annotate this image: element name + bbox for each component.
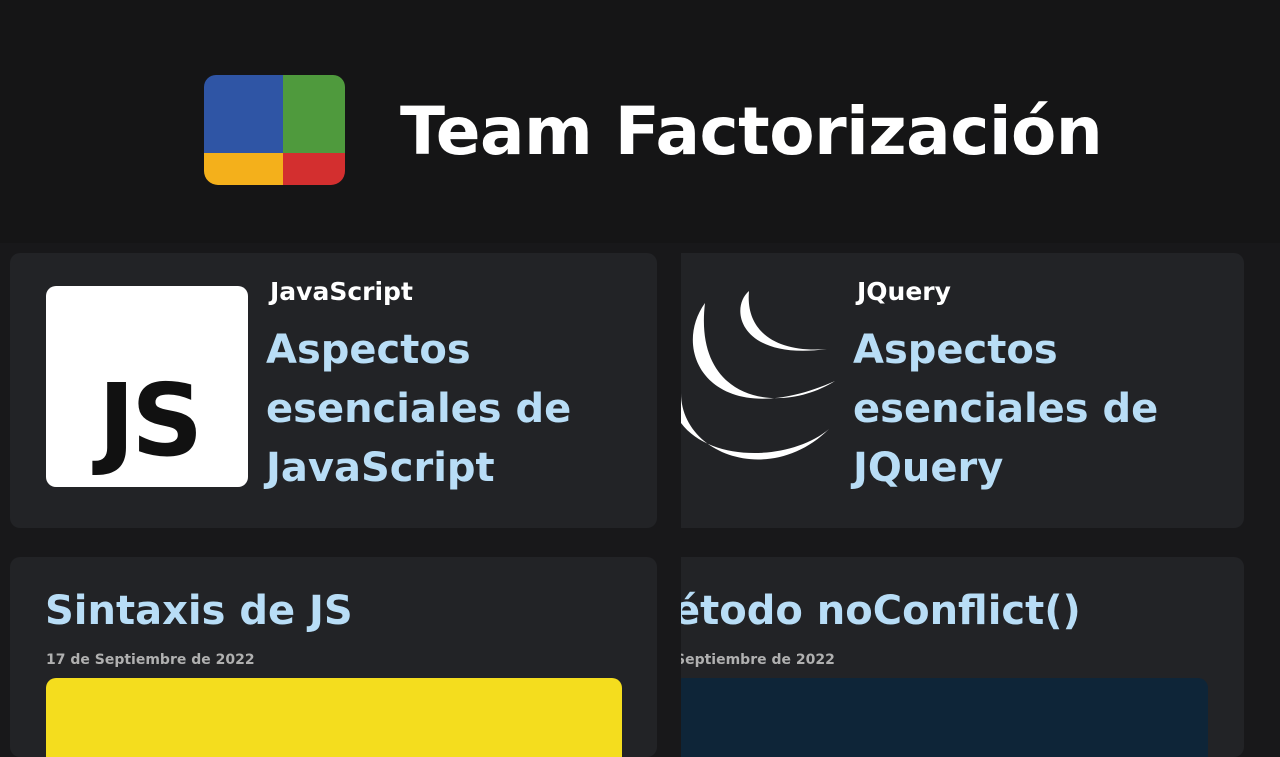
logo-green-block bbox=[283, 75, 345, 153]
post-card-noconflict[interactable]: étodo noConflict() Septiembre de 2022 bbox=[681, 557, 1244, 757]
featured-card-jquery[interactable]: JQuery Aspectos esenciales de JQuery bbox=[681, 253, 1244, 528]
js-logo-icon[interactable]: JS bbox=[46, 286, 248, 487]
post-title-link[interactable]: étodo noConflict() bbox=[681, 581, 1081, 641]
logo-blue-block bbox=[204, 75, 283, 153]
post-title-link[interactable]: Aspectos esenciales de JQuery bbox=[853, 321, 1233, 498]
post-date: 17 de Septiembre de 2022 bbox=[46, 652, 255, 668]
logo-red-block bbox=[283, 153, 345, 185]
post-card-sintaxis-js[interactable]: Sintaxis de JS 17 de Septiembre de 2022 bbox=[10, 557, 657, 757]
post-title-link[interactable]: Sintaxis de JS bbox=[45, 581, 353, 641]
category-label[interactable]: JavaScript bbox=[270, 277, 413, 307]
post-banner-image[interactable] bbox=[46, 678, 622, 757]
post-title-link[interactable]: Aspectos esenciales de JavaScript bbox=[266, 321, 646, 498]
site-header: Team Factorización bbox=[0, 0, 1280, 243]
site-title[interactable]: Team Factorización bbox=[400, 92, 1103, 172]
post-date: Septiembre de 2022 bbox=[681, 652, 835, 668]
site-logo-icon[interactable] bbox=[204, 75, 345, 185]
category-label[interactable]: JQuery bbox=[857, 277, 951, 307]
jquery-logo-icon[interactable] bbox=[681, 283, 841, 493]
logo-yellow-block bbox=[204, 153, 283, 185]
js-logo-text: JS bbox=[98, 362, 203, 479]
post-banner-image[interactable] bbox=[681, 678, 1208, 757]
featured-card-javascript[interactable]: JS JavaScript Aspectos esenciales de Jav… bbox=[10, 253, 657, 528]
